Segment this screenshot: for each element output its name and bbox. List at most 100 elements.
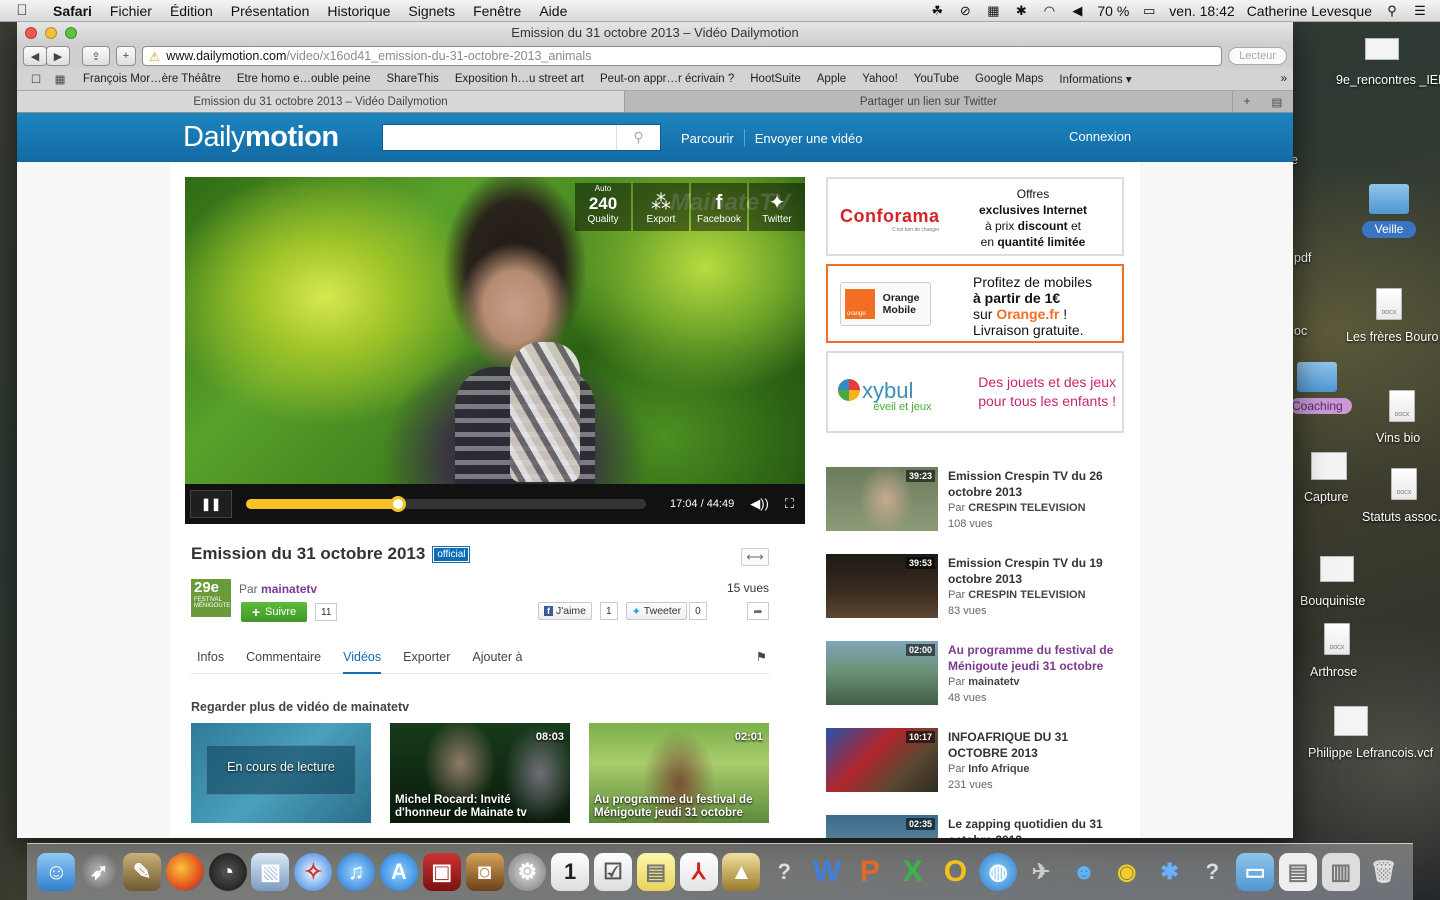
related-title[interactable]: INFOAFRIQUE DU 31 OCTOBRE 2013 <box>948 729 1126 761</box>
bluetooth-icon[interactable]: ✱ <box>1151 853 1189 891</box>
desktop-file-philippe[interactable]: Philippe Lefrancois.vcf <box>1308 746 1433 761</box>
itunes-icon[interactable]: ♫ <box>337 853 376 891</box>
tab-videos[interactable]: Vidéos <box>343 646 382 674</box>
apple-menu-icon[interactable]:  <box>0 2 44 19</box>
folder-icon[interactable] <box>1369 184 1409 214</box>
spotlight-search-icon[interactable]: ⚲ <box>1384 4 1400 17</box>
channel-link[interactable]: mainatetv <box>261 582 317 596</box>
desktop-file-rencontres[interactable]: 9e_rencontres _IEHC…volets <box>1336 73 1440 88</box>
progress-bar[interactable] <box>246 496 646 512</box>
tab-ajouter[interactable]: Ajouter à <box>472 646 522 674</box>
bookmark-item[interactable]: Informations ▾ <box>1051 72 1139 86</box>
address-bar[interactable]: ⚠ www.dailymotion.com/video/x16od41_emis… <box>142 46 1223 67</box>
app-store-icon[interactable]: A <box>379 853 418 891</box>
acrobat-icon[interactable]: ⅄ <box>679 853 718 891</box>
bookmark-item[interactable]: François Mor…ère Théâtre <box>75 73 229 85</box>
related-item[interactable]: 10:17 INFOAFRIQUE DU 31 OCTOBRE 2013 Par … <box>826 728 1126 815</box>
bookmark-item[interactable]: Google Maps <box>967 73 1051 85</box>
document-icon[interactable] <box>1391 468 1417 500</box>
desktop-label-pdf[interactable]: pdf <box>1294 251 1311 266</box>
tab-dailymotion[interactable]: Emission du 31 octobre 2013 – Vidéo Dail… <box>17 91 625 112</box>
desktop-folder-veille[interactable]: Veille <box>1362 221 1416 238</box>
video-thumbnail[interactable]: En cours de lecture <box>191 723 371 823</box>
forward-button[interactable]: ▶ <box>46 46 70 66</box>
desktop-file-vins[interactable]: Vins bio <box>1376 431 1420 446</box>
powerpoint-icon[interactable]: P <box>851 853 889 891</box>
related-author[interactable]: CRESPIN TELEVISION <box>968 502 1085 514</box>
system-preferences-icon[interactable]: ⚙ <box>508 853 547 891</box>
folder-icon[interactable]: ▭ <box>1236 853 1275 891</box>
related-thumbnail[interactable]: 39:53 <box>826 554 938 618</box>
battery-icon[interactable]: ▭ <box>1141 4 1157 17</box>
launchpad-icon[interactable]: ➶ <box>80 853 119 891</box>
desktop-file-bouquiniste[interactable]: Bouquiniste <box>1300 594 1365 609</box>
tab-infos[interactable]: Infos <box>197 646 224 674</box>
photo-booth-icon[interactable]: ▣ <box>422 853 461 891</box>
dashboard-icon[interactable]: ◔ <box>208 853 247 891</box>
search-input[interactable] <box>383 125 616 150</box>
ad-oxybul[interactable]: xybuléveil et jeux Des jouets et des jeu… <box>826 351 1124 433</box>
iphoto-icon[interactable]: ▧ <box>251 853 290 891</box>
outlook-icon[interactable]: O <box>936 853 974 891</box>
bookmark-item[interactable]: ShareThis <box>378 73 446 85</box>
progress-handle[interactable] <box>390 496 406 512</box>
unknown-app-icon[interactable]: ? <box>1193 853 1231 891</box>
document-stack-icon[interactable]: ▤ <box>1278 853 1317 891</box>
dailymotion-logo[interactable]: Dailymotion <box>183 121 339 154</box>
related-thumbnail[interactable]: 02:00 <box>826 641 938 705</box>
bookmark-item[interactable]: Exposition h…u street art <box>447 73 592 85</box>
word-icon[interactable]: W <box>808 853 846 891</box>
menubar-user[interactable]: Catherine Levesque <box>1247 3 1372 19</box>
keyboard-icon[interactable]: ▦ <box>985 4 1001 17</box>
nav-parcourir[interactable]: Parcourir <box>681 131 734 146</box>
calendar-icon[interactable]: 1 <box>551 853 590 891</box>
related-item[interactable]: 39:53 Emission Crespin TV du 19 octobre … <box>826 554 1126 641</box>
menu-aide[interactable]: Aide <box>530 3 576 19</box>
flag-icon[interactable]: ⚑ <box>756 646 767 673</box>
excel-icon[interactable]: X <box>894 853 932 891</box>
satellite-icon[interactable]: ✈ <box>1022 853 1060 891</box>
reload-icon[interactable]: ↻ <box>1205 66 1215 67</box>
related-title[interactable]: Le zapping quotidien du 31 octobre 2013 <box>948 816 1126 838</box>
desktop-file-freres[interactable]: Les frères Bouro…nteur <box>1346 330 1440 345</box>
firefox-icon[interactable] <box>165 853 204 891</box>
related-title[interactable]: Emission Crespin TV du 19 octobre 2013 <box>948 555 1126 587</box>
follow-button[interactable]: + Suivre <box>241 602 307 622</box>
app-status-icon[interactable]: ☘ <box>929 4 945 17</box>
finder-icon[interactable]: ☺ <box>37 853 76 891</box>
related-title[interactable]: Au programme du festival de Ménigoute je… <box>948 642 1126 674</box>
ad-conforama[interactable]: Conforama C'est bon de changer Offres exc… <box>826 177 1124 256</box>
related-thumbnail[interactable]: 02:35 <box>826 815 938 838</box>
stickies-icon[interactable]: ▤ <box>636 853 675 891</box>
fullscreen-icon[interactable]: ⛶ <box>785 496 794 512</box>
reading-list-icon[interactable]: ☐ <box>27 72 45 86</box>
add-tab-icon[interactable]: + <box>1244 96 1251 108</box>
pause-button[interactable]: ❚❚ <box>190 490 232 518</box>
close-window-button[interactable] <box>25 27 37 39</box>
related-item[interactable]: 02:35 Le zapping quotidien du 31 octobre… <box>826 815 1126 838</box>
notification-center-icon[interactable]: ☰ <box>1412 4 1428 17</box>
back-button[interactable]: ◀ <box>23 46 47 66</box>
vlc-icon[interactable]: ▲ <box>722 853 761 891</box>
related-author[interactable]: CRESPIN TELEVISION <box>968 589 1085 601</box>
menu-safari[interactable]: Safari <box>44 3 101 19</box>
new-tab-button[interactable]: + <box>116 46 136 66</box>
bookmark-item[interactable]: HootSuite <box>742 73 809 85</box>
desktop-file-arthrose[interactable]: Arthrose <box>1310 665 1357 680</box>
cyberduck-icon[interactable]: ◉ <box>1108 853 1146 891</box>
related-thumbnail[interactable]: 10:17 <box>826 728 938 792</box>
video-player[interactable]: MainateTV Auto 240 Quality ⁂ Export f Fa… <box>185 177 805 524</box>
top-sites-icon[interactable]: ▦ <box>51 72 69 86</box>
file-icon[interactable] <box>1365 38 1399 60</box>
related-item[interactable]: 39:23 Emission Crespin TV du 26 octobre … <box>826 467 1126 554</box>
related-item[interactable]: 02:00 Au programme du festival de Ménigo… <box>826 641 1126 728</box>
safari-icon[interactable]: ✧ <box>294 853 333 891</box>
reader-button[interactable]: Lecteur <box>1228 47 1287 65</box>
preview-app-icon[interactable]: ✎ <box>123 853 162 891</box>
docx-icon[interactable] <box>1376 288 1402 320</box>
share-button[interactable]: ⇪ <box>82 46 110 66</box>
related-thumbnail[interactable]: 39:23 <box>826 467 938 531</box>
tweet-button[interactable]: ✦ Tweeter <box>625 602 688 620</box>
menu-edition[interactable]: Édition <box>161 3 222 19</box>
window-icon[interactable] <box>1320 556 1354 582</box>
